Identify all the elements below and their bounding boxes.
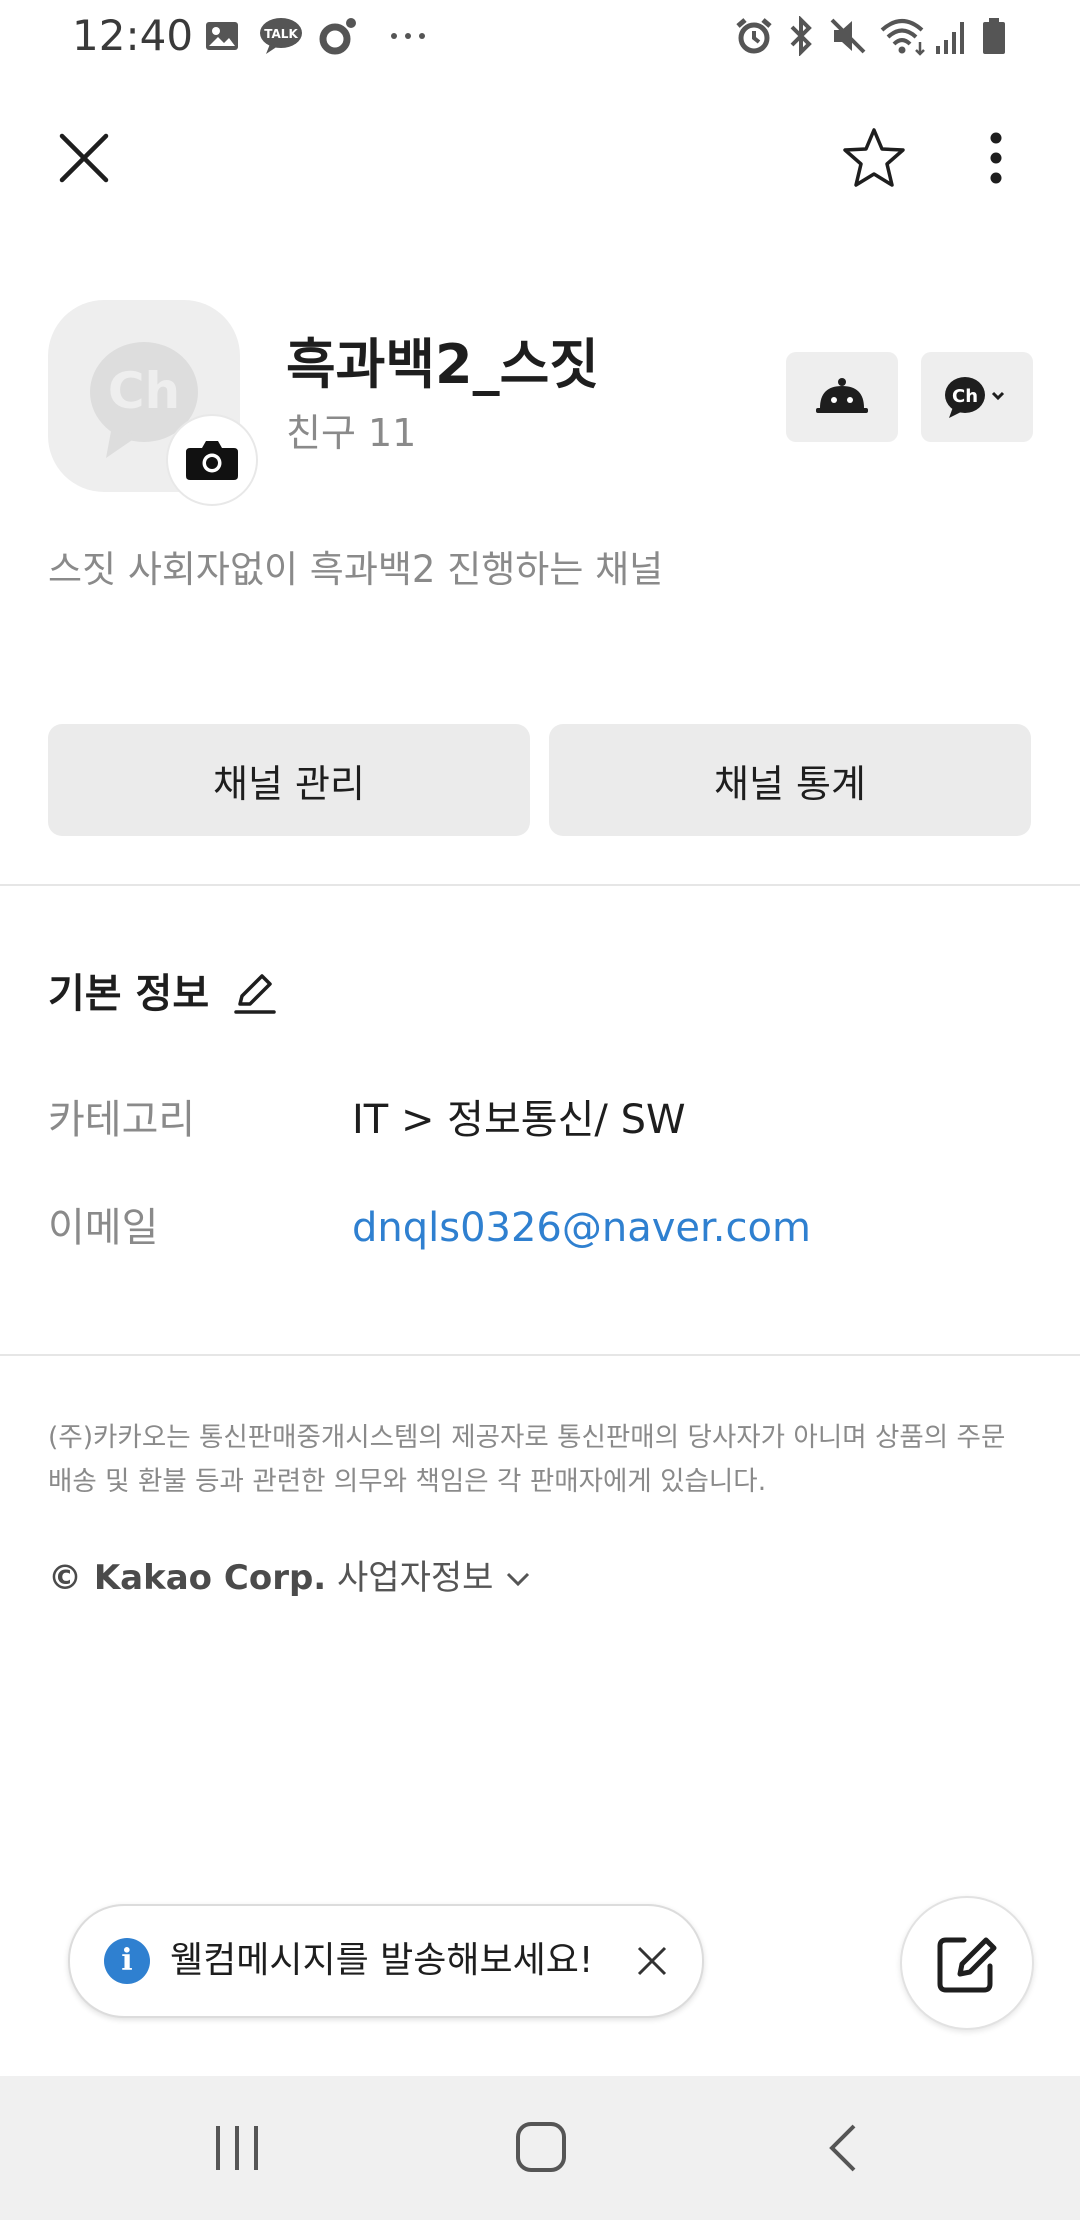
star-icon[interactable] [842,126,906,190]
battery-icon [983,18,1005,54]
gallery-icon [206,22,238,50]
channel-chat-button[interactable]: Ch [921,352,1033,442]
business-info-link[interactable]: 사업자정보 [337,1558,493,1598]
close-icon[interactable] [56,130,112,186]
mute-icon [830,18,866,54]
compose-icon [937,1937,997,1993]
alarm-icon [736,18,772,54]
channel-stats-button[interactable]: 채널 통계 [549,724,1031,836]
home-icon[interactable] [514,2120,568,2174]
welcome-toast[interactable]: i 웰컴메시지를 발송해보세요! [68,1904,704,2018]
more-vertical-icon[interactable] [980,128,1012,188]
category-label: 카테고리 [48,1097,196,1143]
disclaimer-text: (주)카카오는 통신판매중개시스템의 제공자로 통신판매의 당사자가 아니며 상… [48,1422,1006,1497]
channel-manage-button[interactable]: 채널 관리 [48,724,530,836]
info-icon: i [104,1938,150,1984]
bell-service-icon [816,378,868,413]
bluetooth-icon [790,16,812,56]
copyright: © Kakao Corp. [48,1558,327,1598]
svg-text:TALK: TALK [264,27,298,41]
talk-icon: TALK [260,18,302,54]
compose-button[interactable] [900,1896,1034,2030]
avatar-text: Ch [108,362,180,420]
basic-info-title: 기본 정보 [48,971,210,1017]
section-divider [0,884,1080,886]
friend-count[interactable]: 친구 11 [286,408,416,458]
svg-text:Ch: Ch [952,386,978,407]
edit-pencil-icon[interactable] [230,968,280,1018]
camera-icon [186,441,238,480]
toast-close-icon[interactable] [634,1943,670,1979]
back-icon[interactable] [824,2122,864,2174]
system-nav-bar [0,2076,1080,2220]
ring-icon [319,18,356,55]
corp-info: © Kakao Corp. 사업자정보 [48,1550,532,1606]
recent-apps-icon[interactable] [212,2122,262,2174]
status-bar: 12:40 TALK [0,0,1080,72]
signal-icon [936,22,964,54]
more-notifications-icon [391,33,425,39]
email-link[interactable]: dnqls0326@naver.com [352,1198,811,1258]
status-time: 12:40 [72,11,194,60]
category-value: IT > 정보통신/ SW [352,1097,686,1143]
chevron-down-icon[interactable] [504,1569,532,1589]
chatbot-button[interactable] [786,352,898,442]
toast-message[interactable]: 웰컴메시지를 발송해보세요! [170,1931,593,1991]
channel-description: 스짓 사회자없이 흑과백2 진행하는 채널 [48,548,664,591]
section-divider [0,1354,1080,1356]
wifi-icon [880,19,925,56]
channel-chat-icon: Ch [945,377,1005,418]
email-label: 이메일 [48,1205,159,1251]
channel-name: 흑과백2_스짓 [286,333,599,396]
camera-button[interactable] [166,414,258,506]
